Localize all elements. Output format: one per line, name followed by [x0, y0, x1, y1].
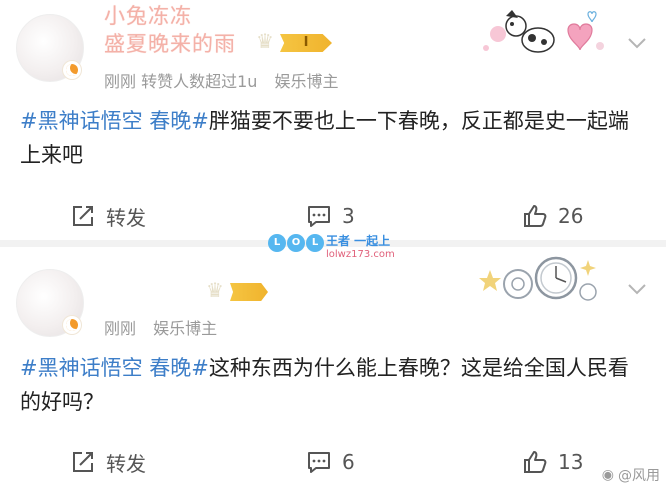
comment-count: 3 [342, 204, 355, 228]
weibo-post-card[interactable]: 盛夏晚来的雨 ♛ I 刚刚 转赞人数超过1u 娱乐博主 #黑神话悟空 春晚#胖猫… [0, 0, 666, 240]
chevron-down-icon [628, 38, 646, 49]
card-decoration-icon [483, 10, 604, 53]
repost-label: 转发 [106, 205, 146, 230]
avatar[interactable] [16, 269, 84, 337]
vip-level-badge [230, 283, 268, 301]
comment-button[interactable]: 3 [306, 196, 355, 236]
crown-icon: ♛ [206, 278, 224, 302]
watermark-title: 王者 一起上 [326, 234, 391, 248]
username[interactable]: 小兔冻冻 [104, 0, 192, 30]
chevron-down-icon [628, 284, 646, 295]
post-time-status: 刚刚 [104, 319, 137, 338]
thumbs-up-icon [524, 451, 547, 473]
comment-icon [308, 206, 330, 227]
more-options-button[interactable] [626, 278, 648, 300]
comment-count: 6 [342, 450, 355, 474]
comment-icon [308, 452, 330, 473]
credit-text: @风用 [618, 468, 660, 484]
avatar[interactable] [16, 14, 84, 82]
share-edit-icon [73, 452, 93, 472]
repost-label: 转发 [106, 451, 146, 476]
like-count: 13 [558, 450, 584, 474]
post-text: #黑神话悟空 春晚#这种东西为什么能上春晚？这是给全国人民看的好吗？ [20, 351, 646, 419]
comment-button[interactable]: 6 [306, 442, 355, 482]
thumbs-up-icon [524, 205, 547, 227]
moon-badge-icon [63, 61, 81, 79]
like-button[interactable]: 13 [522, 442, 583, 482]
more-options-button[interactable] [626, 32, 648, 54]
weibo-logo-icon: ◉ [601, 467, 614, 483]
share-edit-icon [73, 206, 93, 226]
hashtag-link[interactable]: #黑神话悟空 春晚# [20, 356, 209, 380]
like-count: 26 [558, 204, 584, 228]
post-text: #黑神话悟空 春晚#胖猫要不要也上一下春晚，反正都是史一起端上来吧 [20, 104, 646, 172]
hashtag-link[interactable]: #黑神话悟空 春晚# [20, 109, 209, 133]
lol-logo-icon: L O L [268, 234, 325, 252]
like-button[interactable]: 26 [522, 196, 583, 236]
post-meta: 刚刚 娱乐博主 [104, 315, 229, 339]
post-meta: 刚刚 转赞人数超过1u 娱乐博主 [104, 68, 351, 92]
post-time-status: 刚刚 转赞人数超过1u [104, 72, 258, 91]
card-decoration-icon [479, 256, 597, 301]
user-tag: 娱乐博主 [153, 319, 218, 338]
post-actions-bar: 转发 6 13 [0, 442, 666, 482]
site-watermark: L O L 王者 一起上 lolwz173.com [268, 232, 408, 266]
vip-level-badge: I [280, 34, 332, 52]
user-tag: 娱乐博主 [274, 72, 339, 91]
repost-button[interactable]: 转发 [70, 442, 146, 482]
repost-button[interactable]: 转发 [70, 196, 146, 236]
post-actions-bar: 转发 3 26 [0, 196, 666, 236]
watermark-url: lolwz173.com [326, 249, 395, 260]
username[interactable]: 盛夏晚来的雨 [104, 28, 236, 58]
moon-badge-icon [63, 316, 81, 334]
crown-icon: ♛ [256, 29, 274, 53]
author-credit: ◉ @风用 [602, 465, 660, 485]
